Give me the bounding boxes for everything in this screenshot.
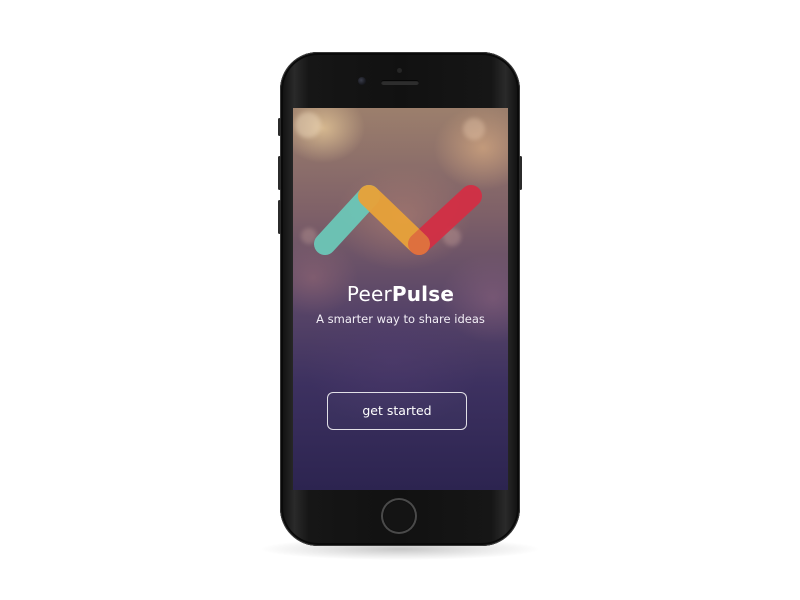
mockup-stage: PeerPulse A smarter way to share ideas g… (0, 0, 800, 600)
get-started-button[interactable]: get started (327, 392, 467, 430)
bokeh-light (463, 118, 485, 140)
volume-up-button (278, 156, 281, 190)
mute-switch (278, 118, 281, 136)
app-screen: PeerPulse A smarter way to share ideas g… (293, 108, 508, 490)
earpiece-speaker (381, 80, 419, 85)
pulse-zigzag-logo-icon (314, 185, 482, 255)
app-title-light: Peer (346, 282, 392, 306)
phone-device: PeerPulse A smarter way to share ideas g… (278, 52, 522, 546)
app-title: PeerPulse (293, 282, 508, 306)
bokeh-light (295, 112, 321, 138)
proximity-sensor (397, 68, 402, 73)
power-button (519, 156, 522, 190)
home-button[interactable] (381, 498, 417, 534)
front-camera-icon (358, 77, 366, 85)
app-tagline: A smarter way to share ideas (316, 312, 485, 326)
volume-down-button (278, 200, 281, 234)
app-title-bold: Pulse (391, 282, 455, 306)
